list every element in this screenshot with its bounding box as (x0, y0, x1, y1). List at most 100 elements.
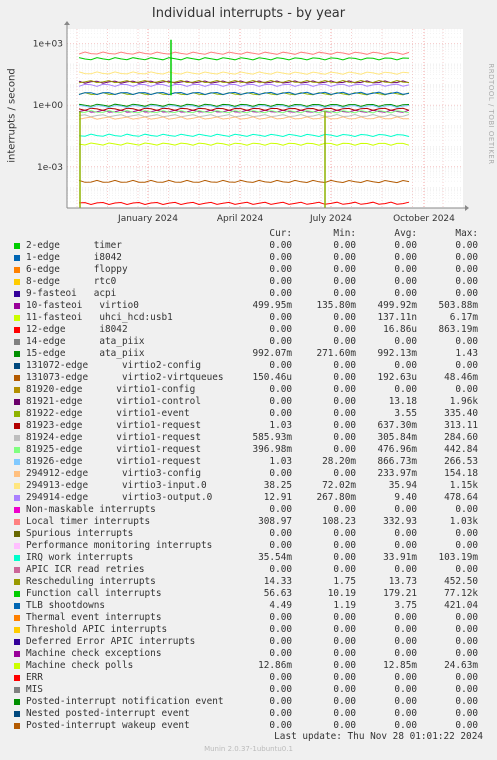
legend-value: 0.00 (269, 312, 292, 323)
legend-row: 14-edge ata_piix 0.00 0.00 0.00 0.00 (0, 336, 497, 348)
legend-value: 442.84 (444, 444, 478, 455)
legend-value: 1.15k (449, 480, 478, 491)
legend-series-name: 8-edge rtc0 (26, 276, 117, 287)
legend-value: 0.00 (455, 384, 478, 395)
legend-swatch (14, 363, 20, 369)
legend-series-name: 294913-edge virtio3-input.0 (26, 480, 207, 491)
legend-value: 0.00 (269, 612, 292, 623)
legend-value: 0.00 (394, 720, 417, 731)
legend-row: 1-edge i8042 0.00 0.00 0.00 0.00 (0, 252, 497, 264)
legend-swatch (14, 255, 20, 261)
legend-swatch (14, 327, 20, 333)
legend-row: 294913-edge virtio3-input.0 38.25 72.02m 35… (0, 480, 497, 492)
legend-swatch (14, 387, 20, 393)
legend-row: 2-edge timer 0.00 0.00 0.00 0.00 (0, 240, 497, 252)
legend-value: 0.00 (394, 276, 417, 287)
legend-series-name: 81923-edge virtio1-request (26, 420, 201, 431)
legend-value: 0.00 (455, 672, 478, 683)
legend-value: 0.00 (333, 696, 356, 707)
legend-series-name: 10-fasteoi virtio0 (26, 300, 139, 311)
legend-row: 6-edge floppy 0.00 0.00 0.00 0.00 (0, 264, 497, 276)
legend-swatch (14, 687, 20, 693)
legend-value: 0.00 (394, 264, 417, 275)
legend-value: 0.00 (333, 552, 356, 563)
legend-value: 13.18 (388, 396, 417, 407)
legend-value: 0.00 (269, 624, 292, 635)
legend-swatch (14, 291, 20, 297)
legend-value: 0.00 (455, 612, 478, 623)
legend-series-name: ERR (26, 672, 43, 683)
legend-value: 1.03 (269, 420, 292, 431)
legend-swatch (14, 483, 20, 489)
legend-value: 0.00 (333, 540, 356, 551)
legend-value: 24.63m (444, 660, 478, 671)
legend-row: 131072-edge virtio2-config 0.00 0.00 0.00 0.… (0, 360, 497, 372)
legend-value: 0.00 (269, 324, 292, 335)
legend-value: 0.00 (394, 672, 417, 683)
legend-value: 0.00 (455, 264, 478, 275)
legend-value: 0.00 (394, 540, 417, 551)
x-axis-arrow (465, 205, 469, 211)
legend-value: 863.19m (438, 324, 478, 335)
legend-series-name: 294914-edge virtio3-output.0 (26, 492, 213, 503)
legend-row: TLB shootdowns 4.49 1.19 3.75 421.04 (0, 600, 497, 612)
legend-value: 0.00 (394, 528, 417, 539)
legend-value: 0.00 (333, 240, 356, 251)
legend-series-name: 81925-edge virtio1-request (26, 444, 201, 455)
legend-series-name: 6-edge floppy (26, 264, 128, 275)
legend-value: 585.93m (252, 432, 292, 443)
legend-series-name: 2-edge timer (26, 240, 122, 251)
legend-value: 271.60m (316, 348, 356, 359)
legend-value: 0.00 (333, 372, 356, 383)
legend-value: 0.00 (333, 636, 356, 647)
legend-series-name: Posted-interrupt wakeup event (26, 720, 190, 731)
legend-value: 0.00 (455, 240, 478, 251)
legend-value: 0.00 (333, 708, 356, 719)
legend-header: Min: (333, 228, 356, 239)
legend-value: 35.94 (388, 480, 417, 491)
legend-value: 0.00 (333, 360, 356, 371)
legend-row: 81926-edge virtio1-request 1.03 28.20m 866.… (0, 456, 497, 468)
legend-value: 0.00 (333, 264, 356, 275)
legend-value: 10.19 (327, 588, 356, 599)
legend-series-name: TLB shootdowns (26, 600, 106, 611)
legend-row: Nested posted-interrupt event 0.00 0.00 0.0… (0, 708, 497, 720)
legend-value: 335.40 (444, 408, 478, 419)
legend-series-name: Rescheduling interrupts (26, 576, 156, 587)
legend-value: 77.12k (444, 588, 478, 599)
legend-value: 0.00 (394, 696, 417, 707)
legend-value: 0.00 (455, 360, 478, 371)
legend-value: 4.49 (269, 600, 292, 611)
legend-value: 0.00 (333, 720, 356, 731)
legend-swatch (14, 591, 20, 597)
legend-value: 0.00 (269, 408, 292, 419)
legend-swatch (14, 603, 20, 609)
legend-swatch (14, 555, 20, 561)
legend-value: 135.80m (316, 300, 356, 311)
legend-series-name: 81920-edge virtio1-config (26, 384, 196, 395)
legend-value: 0.00 (333, 312, 356, 323)
legend-value: 0.00 (333, 276, 356, 287)
legend-value: 233.97m (377, 468, 417, 479)
legend-value: 0.00 (333, 504, 356, 515)
legend-value: 33.91m (383, 552, 417, 563)
legend-row: Posted-interrupt notification event 0.00 0… (0, 696, 497, 708)
x-tick-label: January 2024 (117, 214, 178, 224)
legend-swatch (14, 627, 20, 633)
legend-value: 179.21 (383, 588, 417, 599)
legend-value: 72.02m (322, 480, 356, 491)
legend-value: 0.00 (269, 648, 292, 659)
legend-value: 137.11n (377, 312, 417, 323)
legend-header: Max: (455, 228, 478, 239)
legend-value: 503.88m (438, 300, 478, 311)
last-update: Last update: Thu Nov 28 01:01:22 2024 (274, 731, 483, 742)
legend-value: 0.00 (269, 504, 292, 515)
legend-value: 308.97 (258, 516, 292, 527)
legend-row: Spurious interrupts 0.00 0.00 0.00 0.00 (0, 528, 497, 540)
legend-value: 332.93 (383, 516, 417, 527)
legend-value: 0.00 (269, 468, 292, 479)
legend-row: Machine check exceptions 0.00 0.00 0.00 0.00 (0, 648, 497, 660)
legend-value: 0.00 (269, 528, 292, 539)
legend-series-name: 81921-edge virtio1-control (26, 396, 201, 407)
legend-value: 0.00 (394, 708, 417, 719)
